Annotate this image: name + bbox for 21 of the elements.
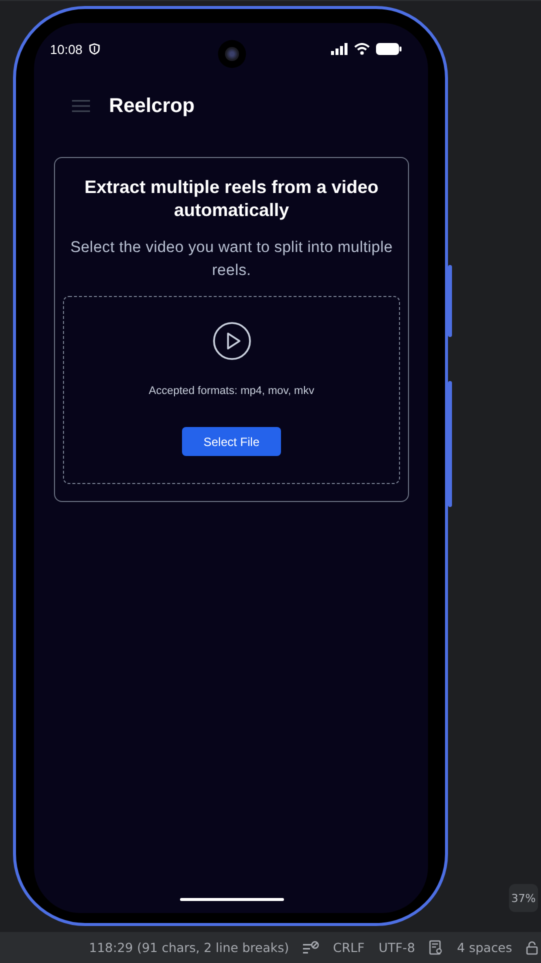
- card-title: Extract multiple reels from a video automatically: [83, 176, 380, 222]
- camera-icon: [218, 40, 246, 68]
- status-time: 10:08: [50, 42, 83, 56]
- zoom-level[interactable]: 37%: [509, 884, 538, 912]
- wifi-icon: [354, 43, 370, 55]
- app-title: Reelcrop: [109, 94, 195, 118]
- battery-icon: [376, 43, 402, 55]
- line-separator[interactable]: CRLF: [333, 940, 365, 955]
- cursor-position[interactable]: 118:29 (91 chars, 2 line breaks): [89, 940, 289, 955]
- wrap-icon[interactable]: [303, 940, 319, 954]
- file-encoding[interactable]: UTF-8: [378, 940, 416, 955]
- shield-icon: [88, 43, 100, 55]
- formats-text: Accepted formats: mp4, mov, mkv: [148, 385, 314, 397]
- play-icon: [212, 321, 252, 361]
- document-icon[interactable]: [429, 940, 444, 955]
- signal-icon: [331, 43, 348, 55]
- lock-icon[interactable]: [526, 940, 538, 954]
- drop-zone[interactable]: Accepted formats: mp4, mov, mkv Select File: [63, 296, 400, 484]
- select-file-button[interactable]: Select File: [182, 427, 281, 456]
- card-subtitle: Select the video you want to split into multiple reels.: [69, 238, 394, 281]
- indent-setting[interactable]: 4 spaces: [457, 940, 512, 955]
